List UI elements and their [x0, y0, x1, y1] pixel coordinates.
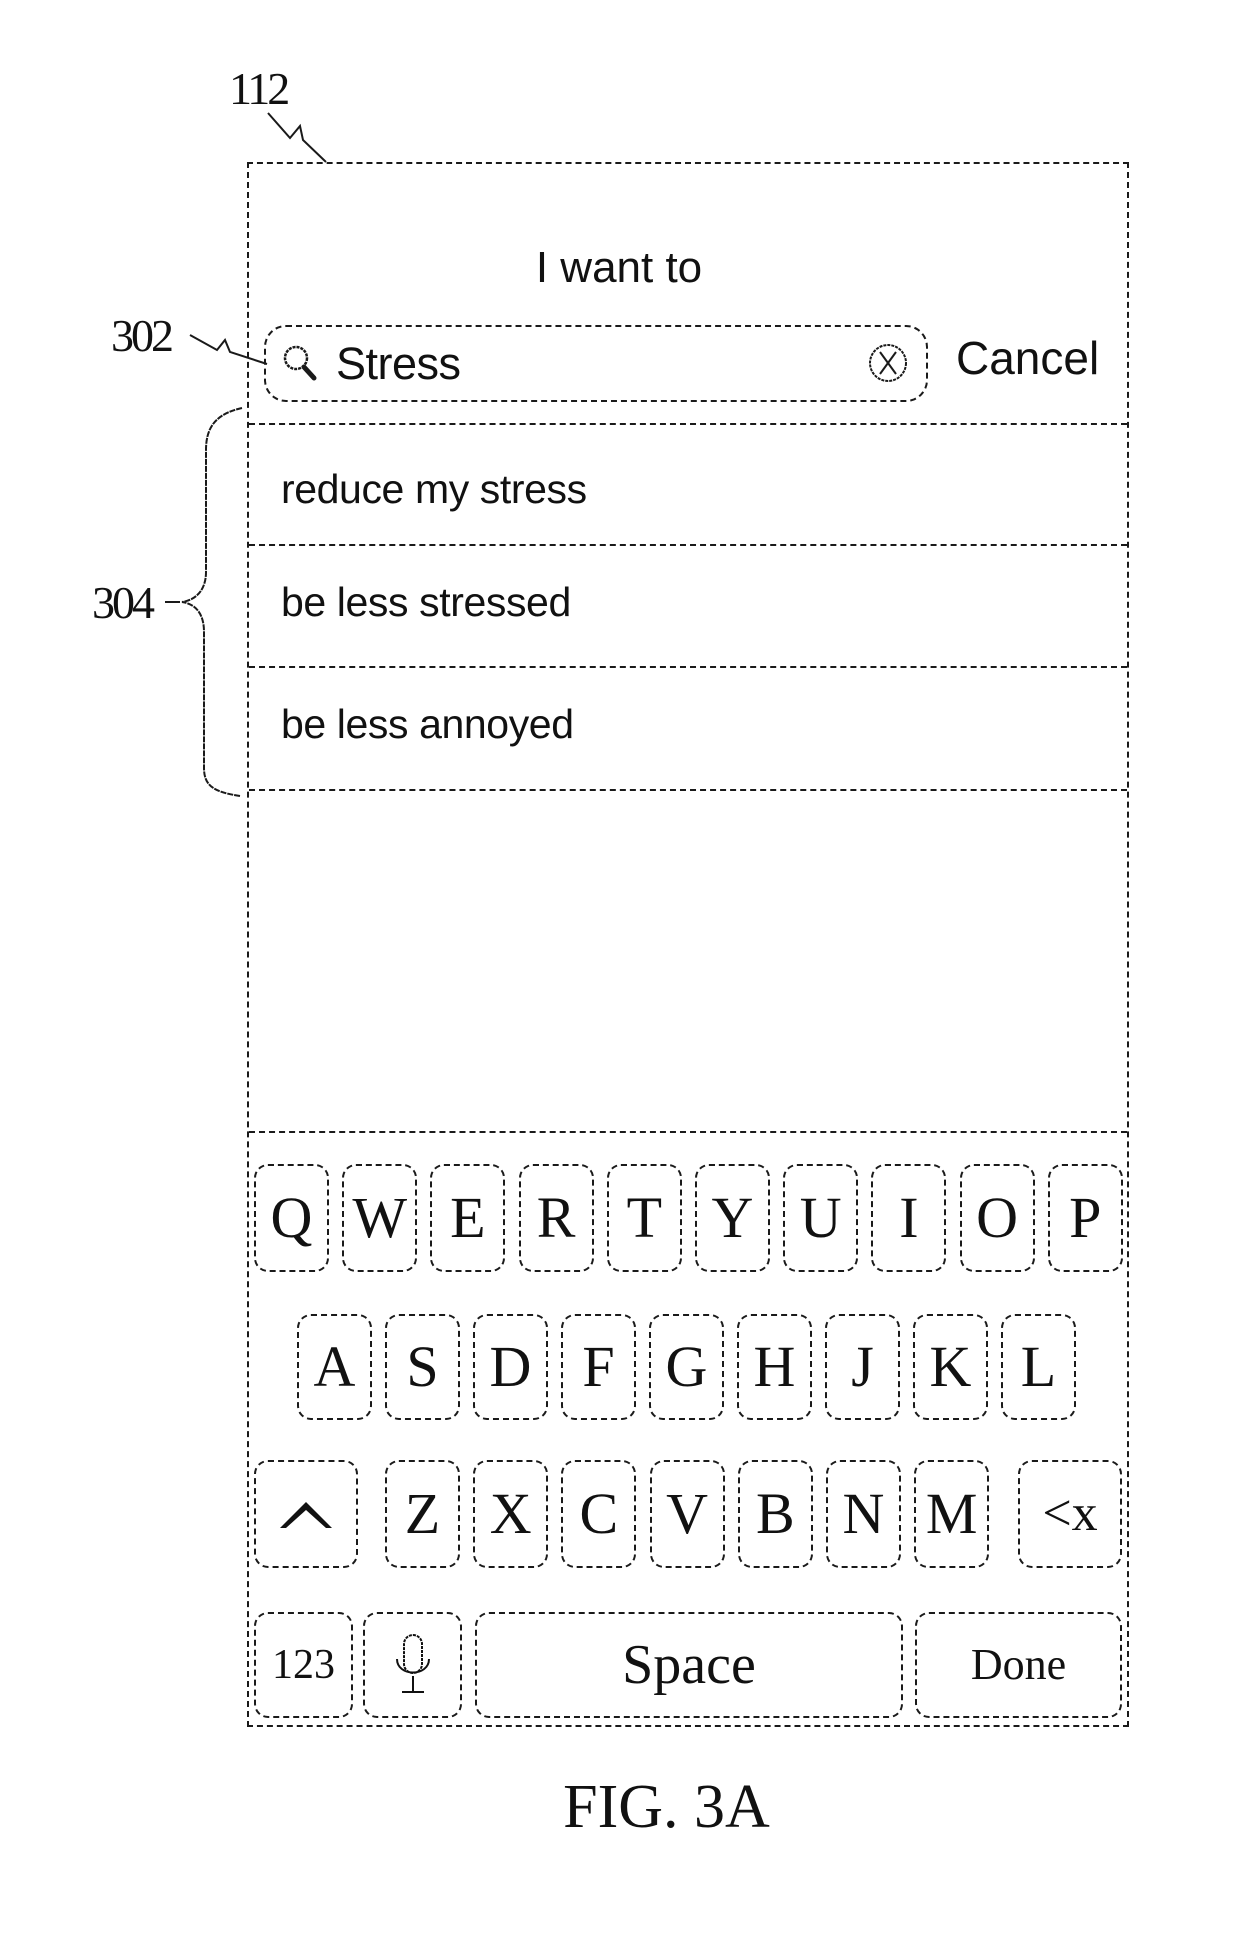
key-label: U — [799, 1185, 842, 1250]
key-label: Z — [404, 1481, 441, 1546]
key-label: I — [899, 1185, 919, 1250]
key-label: K — [929, 1334, 972, 1399]
key-label: F — [582, 1334, 615, 1399]
microphone-key[interactable] — [363, 1612, 462, 1718]
numbers-key[interactable]: 123 — [254, 1612, 353, 1718]
shift-key[interactable] — [254, 1460, 358, 1568]
divider — [249, 544, 1127, 546]
key-o[interactable]: O — [959, 1164, 1035, 1272]
cancel-button[interactable]: Cancel — [956, 330, 1099, 386]
key-e[interactable]: E — [430, 1164, 506, 1272]
key-label: O — [976, 1185, 1019, 1250]
key-label: C — [579, 1481, 619, 1546]
key-f[interactable]: F — [561, 1314, 636, 1420]
key-label: W — [352, 1185, 408, 1250]
key-p[interactable]: P — [1047, 1164, 1123, 1272]
key-r[interactable]: R — [518, 1164, 594, 1272]
suggestion-item[interactable]: be less annoyed — [281, 699, 574, 749]
key-i[interactable]: I — [871, 1164, 947, 1272]
suggestion-item[interactable]: be less stressed — [281, 577, 571, 627]
key-t[interactable]: T — [606, 1164, 682, 1272]
key-label: E — [450, 1185, 486, 1250]
key-label: P — [1069, 1185, 1102, 1250]
key-label: L — [1020, 1334, 1057, 1399]
key-n[interactable]: N — [826, 1460, 901, 1568]
key-k[interactable]: K — [913, 1314, 988, 1420]
suggestion-item[interactable]: reduce my stress — [281, 464, 587, 514]
space-key[interactable]: Space — [475, 1612, 903, 1718]
key-label: R — [536, 1185, 576, 1250]
key-label: Y — [711, 1185, 754, 1250]
key-label: Q — [270, 1185, 313, 1250]
backspace-key-label: <x — [1042, 1485, 1098, 1542]
key-label: J — [851, 1334, 874, 1399]
key-g[interactable]: G — [649, 1314, 724, 1420]
key-label: M — [925, 1481, 978, 1546]
divider — [249, 423, 1127, 425]
key-d[interactable]: D — [473, 1314, 548, 1420]
key-label: X — [489, 1481, 532, 1546]
key-label: A — [313, 1334, 356, 1399]
key-q[interactable]: Q — [254, 1164, 329, 1272]
key-w[interactable]: W — [342, 1164, 418, 1272]
key-m[interactable]: M — [914, 1460, 990, 1568]
numbers-key-label: 123 — [272, 1642, 335, 1688]
key-label: T — [626, 1185, 663, 1250]
key-label: N — [842, 1481, 885, 1546]
keyboard-divider — [249, 1131, 1127, 1133]
divider — [249, 666, 1127, 668]
key-l[interactable]: L — [1001, 1314, 1076, 1420]
key-v[interactable]: V — [649, 1460, 725, 1568]
shift-caret-icon — [280, 1502, 332, 1528]
key-x[interactable]: X — [473, 1460, 549, 1568]
figure-caption: FIG. 3A — [563, 1773, 770, 1841]
key-u[interactable]: U — [783, 1164, 859, 1272]
key-a[interactable]: A — [297, 1314, 372, 1420]
key-label: B — [755, 1481, 795, 1546]
key-h[interactable]: H — [737, 1314, 812, 1420]
key-label: G — [665, 1334, 708, 1399]
backspace-key[interactable]: <x — [1018, 1460, 1122, 1568]
key-y[interactable]: Y — [695, 1164, 770, 1272]
key-label: V — [666, 1481, 709, 1546]
done-key[interactable]: Done — [915, 1612, 1122, 1718]
key-label: H — [753, 1334, 796, 1399]
microphone-icon — [395, 1634, 430, 1693]
key-label: D — [489, 1334, 532, 1399]
done-key-label: Done — [970, 1640, 1067, 1689]
key-j[interactable]: J — [825, 1314, 900, 1420]
key-z[interactable]: Z — [385, 1460, 460, 1568]
key-b[interactable]: B — [737, 1460, 813, 1568]
key-c[interactable]: C — [561, 1460, 637, 1568]
key-label: S — [406, 1334, 439, 1399]
key-s[interactable]: S — [385, 1314, 460, 1420]
space-key-label: Space — [622, 1634, 756, 1696]
divider — [249, 789, 1127, 791]
